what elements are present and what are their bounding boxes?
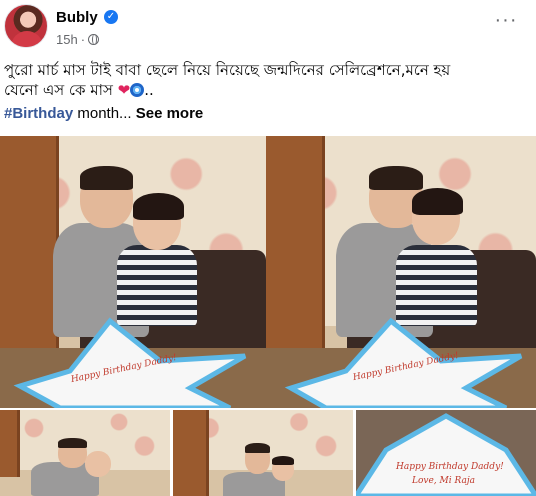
hashtag-birthday-link[interactable]: #Birthday xyxy=(4,105,73,122)
post-meta: 15h · xyxy=(56,32,100,47)
author-name[interactable]: Bubly xyxy=(56,9,98,26)
caption-hashtag-line: #Birthday month... See more xyxy=(4,105,204,122)
post-time[interactable]: 15h xyxy=(56,32,78,47)
man-hair xyxy=(57,437,87,448)
author-avatar[interactable] xyxy=(4,4,48,48)
man-hair xyxy=(368,165,423,191)
nazar-amulet-icon xyxy=(130,83,145,97)
post-photo-3[interactable] xyxy=(0,410,170,496)
cake-message: Happy Birthday Daddy! xyxy=(396,462,504,472)
child-head xyxy=(85,451,111,478)
man-hair xyxy=(245,442,271,453)
caption-line-2: যেনো এস কে মাস ❤.. xyxy=(4,81,154,99)
more-options-button[interactable]: ··· xyxy=(494,10,518,36)
post-photo-4[interactable] xyxy=(173,410,353,496)
child-hair xyxy=(411,187,464,215)
child-hair xyxy=(133,193,184,221)
post-photo-5[interactable]: Happy Birthday Daddy! Love, Mi Raja xyxy=(356,410,536,496)
wooden-door xyxy=(0,410,21,478)
post-header: Bubly ✓ 15h · ··· xyxy=(0,0,536,56)
star-cake xyxy=(284,317,523,408)
child-hair xyxy=(272,456,294,466)
facebook-post: Bubly ✓ 15h · ··· পুরো মার্চ মাস টাই বাবা… xyxy=(0,0,536,496)
post-photo-1[interactable]: Happy Birthday Daddy! xyxy=(0,136,266,408)
wooden-door xyxy=(173,410,209,496)
man-hair xyxy=(79,165,133,191)
child-figure xyxy=(395,244,477,327)
see-more-link[interactable]: See more xyxy=(136,105,204,122)
caption-line-1: পুরো মার্চ মাস টাই বাবা ছেলে নিয়ে নিয়ে… xyxy=(4,61,451,79)
verified-badge-icon: ✓ xyxy=(104,10,118,24)
cake-message-line2: Love, Mi Raja xyxy=(412,476,475,486)
post-caption: পুরো মার্চ মাস টাই বাবা ছেলে নিয়ে নিয়ে… xyxy=(4,60,530,100)
globe-icon[interactable] xyxy=(88,34,100,45)
heart-emoji-icon: ❤ xyxy=(117,81,131,99)
child-figure xyxy=(117,244,197,327)
post-photo-2[interactable]: Happy Birthday Daddy! xyxy=(266,136,536,408)
